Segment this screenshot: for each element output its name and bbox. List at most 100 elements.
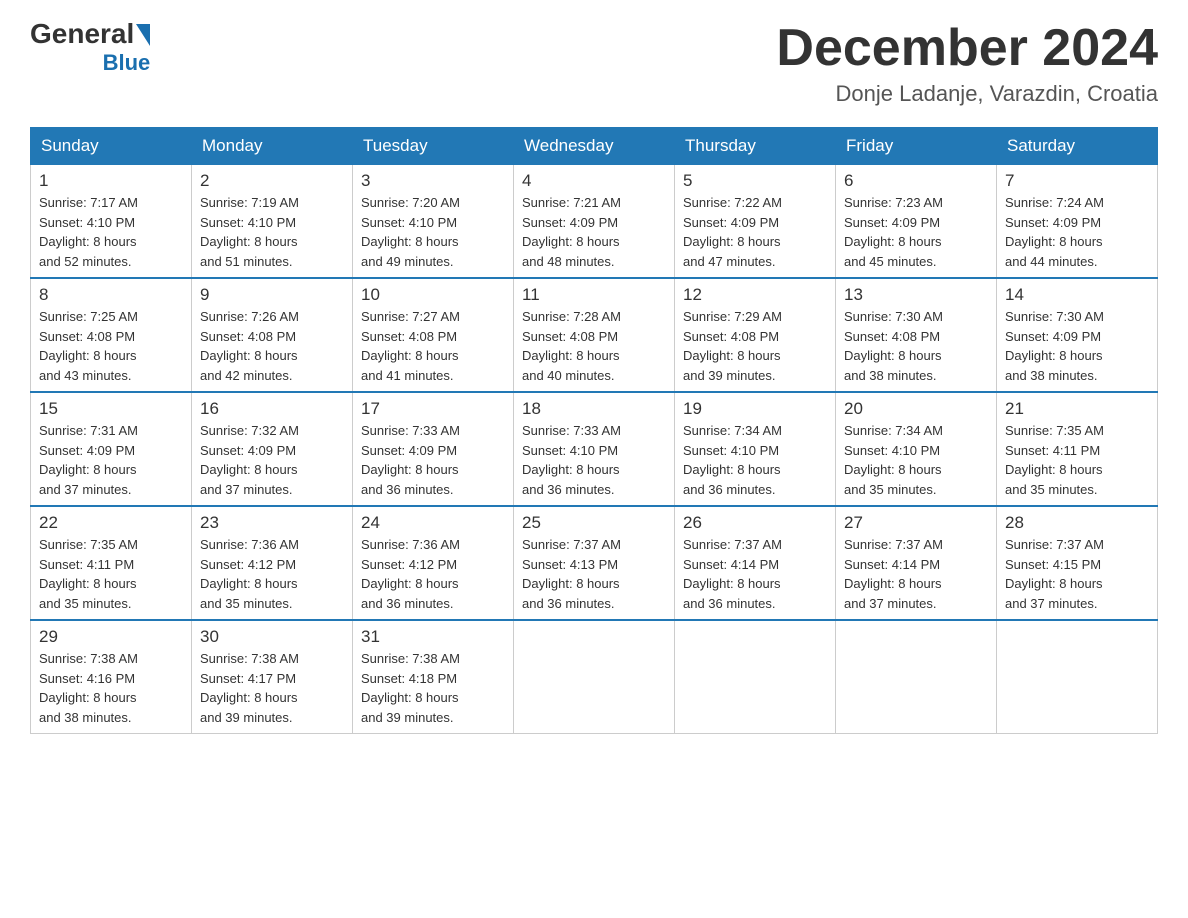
calendar-header-thursday: Thursday: [675, 128, 836, 165]
day-info: Sunrise: 7:26 AMSunset: 4:08 PMDaylight:…: [200, 307, 344, 385]
day-number: 5: [683, 171, 827, 191]
calendar-cell: 4 Sunrise: 7:21 AMSunset: 4:09 PMDayligh…: [514, 165, 675, 279]
calendar-week-row: 1 Sunrise: 7:17 AMSunset: 4:10 PMDayligh…: [31, 165, 1158, 279]
calendar-table: SundayMondayTuesdayWednesdayThursdayFrid…: [30, 127, 1158, 734]
day-info: Sunrise: 7:37 AMSunset: 4:15 PMDaylight:…: [1005, 535, 1149, 613]
calendar-header-tuesday: Tuesday: [353, 128, 514, 165]
day-info: Sunrise: 7:24 AMSunset: 4:09 PMDaylight:…: [1005, 193, 1149, 271]
calendar-cell: 6 Sunrise: 7:23 AMSunset: 4:09 PMDayligh…: [836, 165, 997, 279]
day-number: 2: [200, 171, 344, 191]
calendar-cell: 5 Sunrise: 7:22 AMSunset: 4:09 PMDayligh…: [675, 165, 836, 279]
calendar-cell: 31 Sunrise: 7:38 AMSunset: 4:18 PMDaylig…: [353, 620, 514, 734]
calendar-header-wednesday: Wednesday: [514, 128, 675, 165]
day-number: 7: [1005, 171, 1149, 191]
calendar-cell: 27 Sunrise: 7:37 AMSunset: 4:14 PMDaylig…: [836, 506, 997, 620]
day-number: 20: [844, 399, 988, 419]
calendar-cell: 2 Sunrise: 7:19 AMSunset: 4:10 PMDayligh…: [192, 165, 353, 279]
calendar-header-row: SundayMondayTuesdayWednesdayThursdayFrid…: [31, 128, 1158, 165]
day-info: Sunrise: 7:25 AMSunset: 4:08 PMDaylight:…: [39, 307, 183, 385]
calendar-cell: 7 Sunrise: 7:24 AMSunset: 4:09 PMDayligh…: [997, 165, 1158, 279]
calendar-cell: 12 Sunrise: 7:29 AMSunset: 4:08 PMDaylig…: [675, 278, 836, 392]
day-info: Sunrise: 7:19 AMSunset: 4:10 PMDaylight:…: [200, 193, 344, 271]
calendar-cell: 16 Sunrise: 7:32 AMSunset: 4:09 PMDaylig…: [192, 392, 353, 506]
page-header: General Blue December 2024 Donje Ladanje…: [30, 20, 1158, 107]
day-number: 1: [39, 171, 183, 191]
day-info: Sunrise: 7:23 AMSunset: 4:09 PMDaylight:…: [844, 193, 988, 271]
day-number: 24: [361, 513, 505, 533]
calendar-cell: 3 Sunrise: 7:20 AMSunset: 4:10 PMDayligh…: [353, 165, 514, 279]
day-number: 3: [361, 171, 505, 191]
day-info: Sunrise: 7:38 AMSunset: 4:18 PMDaylight:…: [361, 649, 505, 727]
day-number: 21: [1005, 399, 1149, 419]
day-info: Sunrise: 7:31 AMSunset: 4:09 PMDaylight:…: [39, 421, 183, 499]
day-number: 14: [1005, 285, 1149, 305]
calendar-cell: 15 Sunrise: 7:31 AMSunset: 4:09 PMDaylig…: [31, 392, 192, 506]
day-info: Sunrise: 7:21 AMSunset: 4:09 PMDaylight:…: [522, 193, 666, 271]
calendar-cell: 28 Sunrise: 7:37 AMSunset: 4:15 PMDaylig…: [997, 506, 1158, 620]
day-number: 10: [361, 285, 505, 305]
day-info: Sunrise: 7:37 AMSunset: 4:13 PMDaylight:…: [522, 535, 666, 613]
day-info: Sunrise: 7:37 AMSunset: 4:14 PMDaylight:…: [844, 535, 988, 613]
day-number: 19: [683, 399, 827, 419]
day-number: 18: [522, 399, 666, 419]
calendar-header-sunday: Sunday: [31, 128, 192, 165]
day-info: Sunrise: 7:29 AMSunset: 4:08 PMDaylight:…: [683, 307, 827, 385]
day-number: 17: [361, 399, 505, 419]
day-number: 8: [39, 285, 183, 305]
calendar-cell: 23 Sunrise: 7:36 AMSunset: 4:12 PMDaylig…: [192, 506, 353, 620]
day-info: Sunrise: 7:30 AMSunset: 4:08 PMDaylight:…: [844, 307, 988, 385]
main-title: December 2024: [776, 20, 1158, 77]
calendar-cell: 1 Sunrise: 7:17 AMSunset: 4:10 PMDayligh…: [31, 165, 192, 279]
day-number: 27: [844, 513, 988, 533]
day-info: Sunrise: 7:34 AMSunset: 4:10 PMDaylight:…: [844, 421, 988, 499]
day-info: Sunrise: 7:35 AMSunset: 4:11 PMDaylight:…: [39, 535, 183, 613]
calendar-cell: 13 Sunrise: 7:30 AMSunset: 4:08 PMDaylig…: [836, 278, 997, 392]
day-info: Sunrise: 7:33 AMSunset: 4:10 PMDaylight:…: [522, 421, 666, 499]
calendar-cell: 25 Sunrise: 7:37 AMSunset: 4:13 PMDaylig…: [514, 506, 675, 620]
logo-triangle-icon: [136, 24, 150, 46]
day-number: 13: [844, 285, 988, 305]
calendar-week-row: 29 Sunrise: 7:38 AMSunset: 4:16 PMDaylig…: [31, 620, 1158, 734]
day-info: Sunrise: 7:28 AMSunset: 4:08 PMDaylight:…: [522, 307, 666, 385]
logo-blue: Blue: [103, 50, 151, 76]
calendar-cell: 14 Sunrise: 7:30 AMSunset: 4:09 PMDaylig…: [997, 278, 1158, 392]
day-number: 16: [200, 399, 344, 419]
calendar-header-friday: Friday: [836, 128, 997, 165]
day-number: 26: [683, 513, 827, 533]
calendar-cell: 8 Sunrise: 7:25 AMSunset: 4:08 PMDayligh…: [31, 278, 192, 392]
calendar-cell: [514, 620, 675, 734]
day-info: Sunrise: 7:37 AMSunset: 4:14 PMDaylight:…: [683, 535, 827, 613]
calendar-cell: 20 Sunrise: 7:34 AMSunset: 4:10 PMDaylig…: [836, 392, 997, 506]
day-info: Sunrise: 7:36 AMSunset: 4:12 PMDaylight:…: [361, 535, 505, 613]
day-number: 11: [522, 285, 666, 305]
day-info: Sunrise: 7:32 AMSunset: 4:09 PMDaylight:…: [200, 421, 344, 499]
calendar-week-row: 15 Sunrise: 7:31 AMSunset: 4:09 PMDaylig…: [31, 392, 1158, 506]
calendar-cell: 9 Sunrise: 7:26 AMSunset: 4:08 PMDayligh…: [192, 278, 353, 392]
day-number: 30: [200, 627, 344, 647]
day-info: Sunrise: 7:20 AMSunset: 4:10 PMDaylight:…: [361, 193, 505, 271]
day-number: 29: [39, 627, 183, 647]
day-number: 12: [683, 285, 827, 305]
calendar-cell: 24 Sunrise: 7:36 AMSunset: 4:12 PMDaylig…: [353, 506, 514, 620]
day-info: Sunrise: 7:38 AMSunset: 4:17 PMDaylight:…: [200, 649, 344, 727]
logo-general: General: [30, 20, 134, 48]
day-number: 6: [844, 171, 988, 191]
day-info: Sunrise: 7:35 AMSunset: 4:11 PMDaylight:…: [1005, 421, 1149, 499]
calendar-cell: 29 Sunrise: 7:38 AMSunset: 4:16 PMDaylig…: [31, 620, 192, 734]
calendar-week-row: 22 Sunrise: 7:35 AMSunset: 4:11 PMDaylig…: [31, 506, 1158, 620]
calendar-header-saturday: Saturday: [997, 128, 1158, 165]
logo: General Blue: [30, 20, 150, 76]
calendar-cell: 26 Sunrise: 7:37 AMSunset: 4:14 PMDaylig…: [675, 506, 836, 620]
day-info: Sunrise: 7:30 AMSunset: 4:09 PMDaylight:…: [1005, 307, 1149, 385]
calendar-header-monday: Monday: [192, 128, 353, 165]
day-number: 25: [522, 513, 666, 533]
calendar-cell: 21 Sunrise: 7:35 AMSunset: 4:11 PMDaylig…: [997, 392, 1158, 506]
day-info: Sunrise: 7:34 AMSunset: 4:10 PMDaylight:…: [683, 421, 827, 499]
calendar-cell: 11 Sunrise: 7:28 AMSunset: 4:08 PMDaylig…: [514, 278, 675, 392]
calendar-cell: 30 Sunrise: 7:38 AMSunset: 4:17 PMDaylig…: [192, 620, 353, 734]
calendar-cell: [836, 620, 997, 734]
day-info: Sunrise: 7:22 AMSunset: 4:09 PMDaylight:…: [683, 193, 827, 271]
calendar-cell: 22 Sunrise: 7:35 AMSunset: 4:11 PMDaylig…: [31, 506, 192, 620]
calendar-cell: [675, 620, 836, 734]
day-number: 15: [39, 399, 183, 419]
